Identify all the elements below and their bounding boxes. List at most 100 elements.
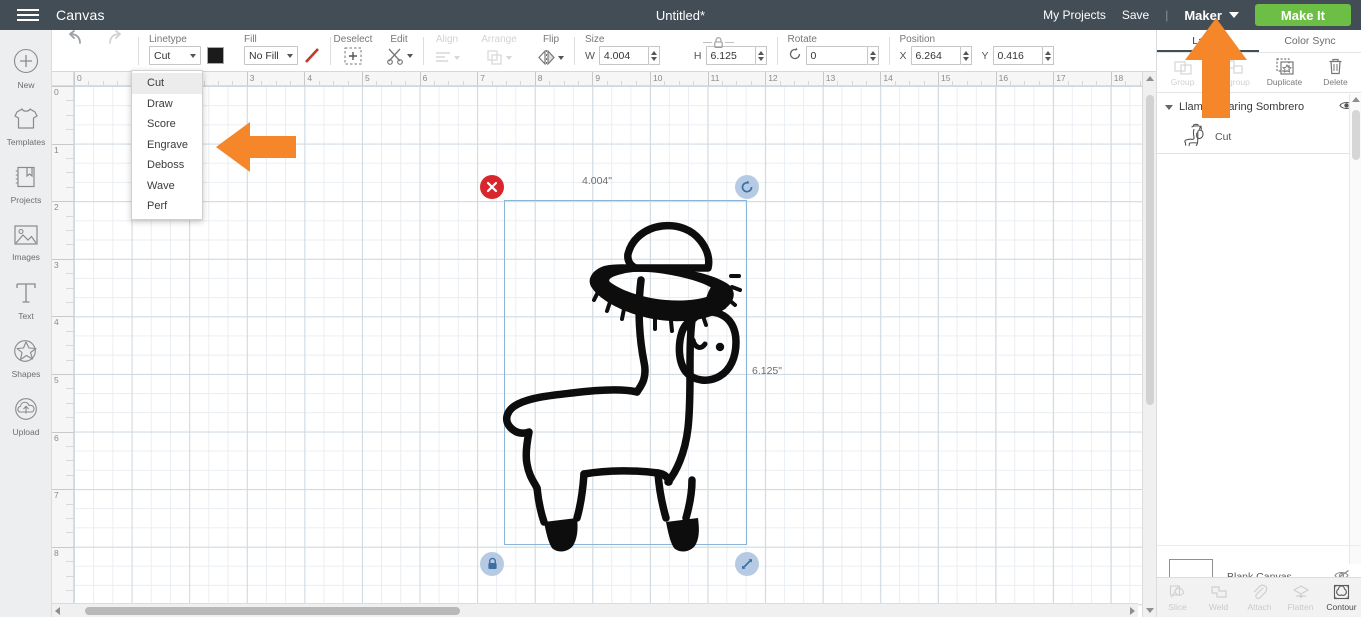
canvas-vertical-scrollbar[interactable] — [1142, 72, 1156, 617]
edit-button[interactable]: Edit — [375, 30, 423, 72]
deselect-label: Deselect — [333, 34, 373, 45]
ruler-tick-label: 9 — [595, 73, 601, 83]
y-stepper[interactable] — [1042, 46, 1054, 65]
no-fill-icon[interactable] — [304, 47, 320, 64]
sidebar-item-images[interactable]: Images — [0, 214, 52, 272]
linetype-option-perf[interactable]: Perf — [132, 196, 202, 217]
fill-select[interactable]: No Fill — [244, 46, 298, 65]
linetype-value: Cut — [154, 49, 171, 62]
rotate-handle[interactable] — [735, 175, 759, 199]
linetype-option-engrave[interactable]: Engrave — [132, 135, 202, 156]
ungroup-button[interactable]: Ungroup — [1208, 53, 1259, 92]
duplicate-icon — [1275, 58, 1294, 75]
group-button[interactable]: Group — [1157, 53, 1208, 92]
sidebar-label-upload: Upload — [12, 427, 40, 437]
rotate-input[interactable]: 0 — [805, 46, 868, 65]
height-letter: H — [693, 49, 702, 62]
sidebar-item-text[interactable]: Text — [0, 272, 52, 330]
header-right-group: My Projects Save | Maker Make It — [1043, 4, 1361, 26]
sidebar-item-templates[interactable]: Templates — [0, 98, 52, 156]
weld-button[interactable]: Weld — [1198, 578, 1239, 617]
linetype-option-score[interactable]: Score — [132, 114, 202, 135]
chevron-down-icon — [190, 53, 196, 58]
delete-handle[interactable] — [480, 175, 504, 199]
ruler-tick-label: 0 — [77, 73, 82, 83]
sub-layer-row[interactable]: Cut — [1157, 120, 1361, 154]
layers-scroll-thumb[interactable] — [1352, 110, 1360, 160]
canvas-grid[interactable]: 4.004" 6.125" − 100% + — [74, 86, 1156, 617]
undo-icon[interactable] — [66, 30, 86, 51]
scroll-up-icon[interactable] — [1352, 97, 1360, 102]
save-button[interactable]: Save — [1122, 8, 1149, 22]
ruler-minor-tick — [66, 460, 74, 462]
redo-icon[interactable] — [104, 30, 124, 51]
sidebar-item-new[interactable]: New — [0, 40, 52, 98]
ruler-tick-label: 4 — [54, 317, 59, 328]
ruler-minor-tick — [66, 287, 74, 289]
tab-color-sync[interactable]: Color Sync — [1259, 30, 1361, 52]
make-it-button[interactable]: Make It — [1254, 4, 1351, 26]
linetype-color-swatch[interactable] — [207, 47, 224, 64]
attach-button[interactable]: Attach — [1239, 578, 1280, 617]
machine-selector[interactable]: Maker — [1184, 8, 1239, 23]
slice-button[interactable]: Slice — [1157, 578, 1198, 617]
vertical-scroll-thumb[interactable] — [1146, 95, 1154, 405]
llama-wearing-sombrero-artwork[interactable] — [496, 192, 756, 554]
ruler-minor-tick — [66, 518, 74, 519]
linetype-select[interactable]: Cut — [149, 46, 201, 65]
group-icon — [1173, 60, 1192, 75]
weld-label: Weld — [1208, 601, 1229, 612]
y-input[interactable]: 0.416 — [992, 46, 1043, 65]
scroll-right-icon[interactable] — [1130, 607, 1135, 615]
linetype-option-deboss[interactable]: Deboss — [132, 155, 202, 176]
undo-redo-group — [52, 30, 138, 51]
linetype-option-cut[interactable]: Cut — [132, 73, 202, 94]
flatten-icon — [1292, 584, 1309, 598]
delete-button[interactable]: Delete — [1310, 53, 1361, 92]
layer-row[interactable]: Llama Wearing Sombrero — [1157, 94, 1361, 120]
resize-handle[interactable] — [735, 552, 759, 576]
my-projects-link[interactable]: My Projects — [1043, 8, 1106, 22]
chevron-down-icon[interactable] — [1165, 104, 1173, 110]
linetype-option-draw[interactable]: Draw — [132, 94, 202, 115]
height-stepper[interactable] — [755, 46, 767, 65]
ruler-minor-tick — [66, 129, 74, 131]
x-input[interactable]: 6.264 — [910, 46, 961, 65]
hamburger-menu-icon[interactable] — [0, 0, 56, 30]
lock-handle[interactable] — [480, 552, 504, 576]
deselect-icon — [344, 47, 362, 65]
design-canvas[interactable]: 0123456789101112131415161718 0123456789 — [52, 72, 1156, 617]
scroll-up-icon[interactable] — [1146, 76, 1154, 81]
width-stepper[interactable] — [648, 46, 660, 65]
scroll-down-icon[interactable] — [1146, 608, 1154, 613]
horizontal-scroll-thumb[interactable] — [85, 607, 460, 615]
sidebar-item-projects[interactable]: Projects — [0, 156, 52, 214]
duplicate-button[interactable]: Duplicate — [1259, 53, 1310, 92]
linetype-option-wave[interactable]: Wave — [132, 176, 202, 197]
fill-group: Fill No Fill — [234, 30, 330, 72]
layers-scrollbar[interactable] — [1349, 94, 1361, 564]
scroll-left-icon[interactable] — [55, 607, 60, 615]
aspect-lock-toggle[interactable] — [703, 36, 734, 49]
layer-list: Llama Wearing Sombrero — [1157, 94, 1361, 120]
arrange-button[interactable]: Arrange — [470, 30, 528, 72]
contour-button[interactable]: Contour — [1321, 578, 1361, 617]
flatten-button[interactable]: Flatten — [1280, 578, 1321, 617]
rotate-stepper[interactable] — [867, 46, 879, 65]
align-button[interactable]: Align — [424, 30, 470, 72]
flip-button[interactable]: Flip — [528, 30, 574, 72]
tab-layers[interactable]: Layers — [1157, 30, 1259, 52]
deselect-button[interactable]: Deselect — [331, 30, 375, 72]
sidebar-item-shapes[interactable]: Shapes — [0, 330, 52, 388]
fill-label: Fill — [244, 34, 257, 45]
align-icon — [435, 51, 460, 65]
ruler-tick-label: 8 — [537, 73, 543, 83]
canvas-horizontal-scrollbar[interactable] — [52, 603, 1138, 617]
position-group: Position X 6.264 Y 0.416 — [890, 30, 1064, 72]
x-stepper[interactable] — [960, 46, 972, 65]
width-input[interactable]: 4.004 — [598, 46, 649, 65]
sidebar-item-upload[interactable]: Upload — [0, 388, 52, 446]
ruler-minor-tick — [66, 273, 74, 275]
position-label: Position — [899, 34, 936, 45]
linetype-dropdown-menu[interactable]: Cut Draw Score Engrave Deboss Wave Perf — [131, 70, 203, 220]
